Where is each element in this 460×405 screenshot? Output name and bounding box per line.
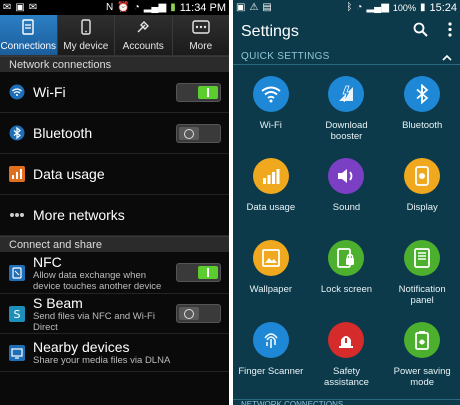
battery-icon: ▮ <box>170 1 176 13</box>
battery-percent: 100% <box>392 2 416 13</box>
signal-icon: ▂▄▆ <box>366 1 389 13</box>
section-network-connections: Network connections <box>0 56 229 72</box>
wifi-icon <box>252 76 289 112</box>
left-phone-screen: ✉ ▣ ✉ N ⏰ ◔ ▂▄▆ ▮ 11:34 PM Connections M… <box>0 0 229 405</box>
data-usage-icon <box>252 158 289 194</box>
gallery-icon: ▣ <box>236 1 246 13</box>
safety-assistance-icon <box>328 322 365 358</box>
tile-notification-panel[interactable]: Notification panel <box>384 236 460 318</box>
setting-data-usage[interactable]: Data usage <box>0 154 229 195</box>
notification-panel-icon <box>404 240 441 276</box>
wifi-status-icon: ◔ <box>133 1 140 13</box>
wallpaper-icon <box>252 240 289 276</box>
tile-safety-assistance[interactable]: Safety assistance <box>309 318 385 400</box>
status-bar: ✉ ▣ ✉ N ⏰ ◔ ▂▄▆ ▮ 11:34 PM <box>0 0 229 15</box>
tile-download-booster[interactable]: Download booster <box>309 72 385 154</box>
quick-settings-grid: Wi-Fi Download booster Bluetooth Data usa… <box>233 65 460 400</box>
tile-wifi[interactable]: Wi-Fi <box>233 72 309 154</box>
page-title: Settings <box>241 23 299 40</box>
setting-nfc[interactable]: NFC Allow data exchange when device touc… <box>0 252 229 294</box>
signal-icon: ▂▄▆ <box>143 1 167 13</box>
settings-tabs: Connections My device Accounts More <box>0 15 229 56</box>
app-bar: Settings <box>233 15 460 49</box>
chevron-up-icon[interactable] <box>442 50 452 64</box>
lock-screen-icon <box>328 240 365 276</box>
tile-sound[interactable]: Sound <box>309 154 385 236</box>
alarm-icon: ⏰ <box>117 1 130 13</box>
bluetooth-toggle[interactable] <box>176 123 221 143</box>
setting-wifi[interactable]: Wi-Fi <box>0 72 229 113</box>
tile-display[interactable]: Display <box>384 154 460 236</box>
notification-icon: ▣ <box>15 1 25 13</box>
nearby-devices-icon <box>9 344 25 361</box>
more-icon <box>192 19 210 39</box>
setting-s-beam[interactable]: S S Beam Send files via NFC and Wi-Fi Di… <box>0 294 229 334</box>
gmail-icon: ✉ <box>28 1 38 13</box>
tile-finger-scanner[interactable]: Finger Scanner <box>233 318 309 400</box>
more-networks-icon <box>9 207 25 223</box>
battery-icon: ▮ <box>419 1 426 13</box>
status-time: 11:34 PM <box>179 1 226 14</box>
nfc-icon <box>9 264 25 281</box>
fingerprint-icon <box>252 322 289 358</box>
tile-wallpaper[interactable]: Wallpaper <box>233 236 309 318</box>
section-connect-and-share: Connect and share <box>0 236 229 252</box>
data-usage-icon <box>9 166 25 182</box>
tab-my-device[interactable]: My device <box>58 15 115 55</box>
power-saving-icon <box>404 322 441 358</box>
sound-icon <box>328 158 365 194</box>
quick-settings-header[interactable]: QUICK SETTINGS <box>233 49 460 65</box>
tab-connections[interactable]: Connections <box>0 15 58 55</box>
tile-bluetooth[interactable]: Bluetooth <box>384 72 460 154</box>
bluetooth-icon <box>9 125 25 141</box>
setting-nearby-devices[interactable]: Nearby devices Share your media files vi… <box>0 334 229 372</box>
s-beam-icon: S <box>9 305 25 322</box>
section-network-connections-header: NETWORK CONNECTIONS <box>233 399 460 405</box>
device-icon <box>78 19 94 39</box>
s-beam-toggle[interactable] <box>176 304 221 323</box>
setting-more-networks[interactable]: More networks <box>0 195 229 236</box>
wifi-status-icon: ◔ <box>356 1 363 13</box>
status-bar: ▣ ⚠ ▤ ᛒ ◔ ▂▄▆ 100% ▮ 15:24 <box>233 0 460 15</box>
bluetooth-status-icon: ᛒ <box>346 1 353 13</box>
tab-accounts[interactable]: Accounts <box>115 15 173 55</box>
mail-icon: ✉ <box>3 1 12 13</box>
download-booster-icon <box>328 76 365 112</box>
tile-lock-screen[interactable]: Lock screen <box>309 236 385 318</box>
status-time: 15:24 <box>429 1 457 14</box>
setting-bluetooth[interactable]: Bluetooth <box>0 113 229 154</box>
search-icon[interactable] <box>413 22 428 42</box>
nfc-toggle[interactable] <box>176 263 221 282</box>
svg-text:S: S <box>14 308 21 321</box>
tab-more[interactable]: More <box>173 15 230 55</box>
wifi-toggle[interactable] <box>176 82 221 102</box>
warning-icon: ⚠ <box>249 1 259 13</box>
nfc-status-icon: N <box>106 1 114 13</box>
tile-power-saving-mode[interactable]: Power saving mode <box>384 318 460 400</box>
tile-data-usage[interactable]: Data usage <box>233 154 309 236</box>
display-icon <box>404 158 441 194</box>
overflow-menu-icon[interactable] <box>448 22 452 42</box>
notification-icon: ▤ <box>262 1 272 13</box>
bluetooth-icon <box>404 76 441 112</box>
connections-icon <box>20 19 36 39</box>
accounts-icon <box>135 19 151 39</box>
wifi-icon <box>9 84 25 100</box>
right-phone-screen: ▣ ⚠ ▤ ᛒ ◔ ▂▄▆ 100% ▮ 15:24 Settings QUIC… <box>233 0 460 405</box>
